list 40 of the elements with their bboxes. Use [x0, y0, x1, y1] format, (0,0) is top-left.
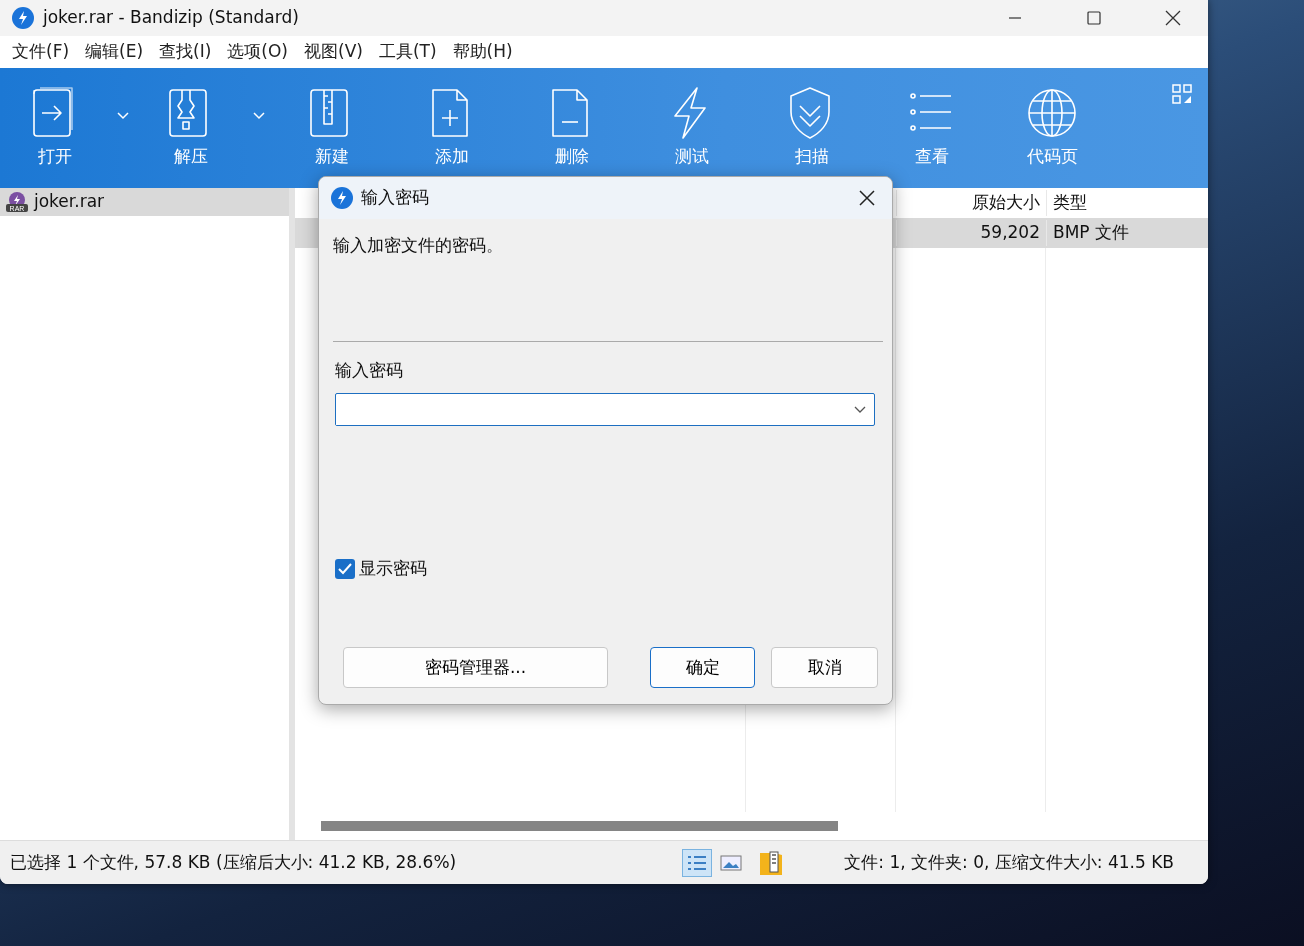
details-view-icon: [682, 848, 713, 877]
close-icon: [859, 190, 875, 206]
toolbar-button[interactable]: 删除: [512, 68, 632, 188]
toolbar-button[interactable]: 添加: [392, 68, 512, 188]
folder-zipper-icon: [758, 848, 785, 877]
menu-item[interactable]: 选项(O): [219, 39, 296, 65]
column-header[interactable]: 类型: [1046, 190, 1208, 216]
app-logo-icon: [331, 187, 353, 209]
app-logo-icon: [12, 7, 34, 29]
menu-item[interactable]: 查找(I): [151, 39, 220, 65]
dialog-button[interactable]: 密码管理器...: [343, 647, 609, 688]
menu-item[interactable]: 工具(T): [370, 39, 445, 65]
toolbar-button[interactable]: 打开: [0, 68, 110, 188]
password-field[interactable]: [335, 393, 875, 426]
window-title: joker.rar - Bandizip (Standard): [43, 6, 299, 30]
menu-item[interactable]: 视图(V): [296, 39, 371, 65]
layout-toggle-icon[interactable]: [1172, 84, 1192, 104]
maximize-icon: [1087, 11, 1101, 25]
scrollbar-thumb[interactable]: [321, 821, 838, 831]
close-icon: [1165, 10, 1181, 26]
checkmark-icon: [338, 562, 352, 575]
menu-item[interactable]: 文件(F): [4, 39, 78, 65]
globe-icon: [1027, 86, 1077, 140]
column-header[interactable]: 原始大小: [896, 190, 1046, 216]
status-text: 文件: 1, 文件夹: 0, 压缩文件大小: 41.5 KB: [844, 850, 1174, 874]
dialog-title: 输入密码: [361, 186, 429, 210]
menu-item[interactable]: 帮助(H): [444, 39, 521, 65]
image-icon: [720, 853, 743, 872]
archive-folder-button[interactable]: [758, 848, 785, 877]
dialog-message: 输入加密文件的密码。: [333, 234, 504, 257]
status-text: 已选择 1 个文件, 57.8 KB (压缩后大小: 41.2 KB, 28.6%): [10, 850, 457, 874]
toolbar-button[interactable]: 解压: [136, 68, 246, 188]
field-label: 输入密码: [335, 358, 404, 382]
details-view-button[interactable]: [682, 848, 713, 877]
toolbar-button[interactable]: 新建: [272, 68, 392, 188]
menu-item[interactable]: 编辑(E): [77, 39, 152, 65]
dialog-button[interactable]: 确定: [650, 647, 756, 688]
dropdown-caret-icon[interactable]: [854, 405, 866, 414]
show-password-checkbox[interactable]: 显示密码: [335, 556, 427, 582]
dialog-button[interactable]: 取消: [771, 647, 878, 688]
